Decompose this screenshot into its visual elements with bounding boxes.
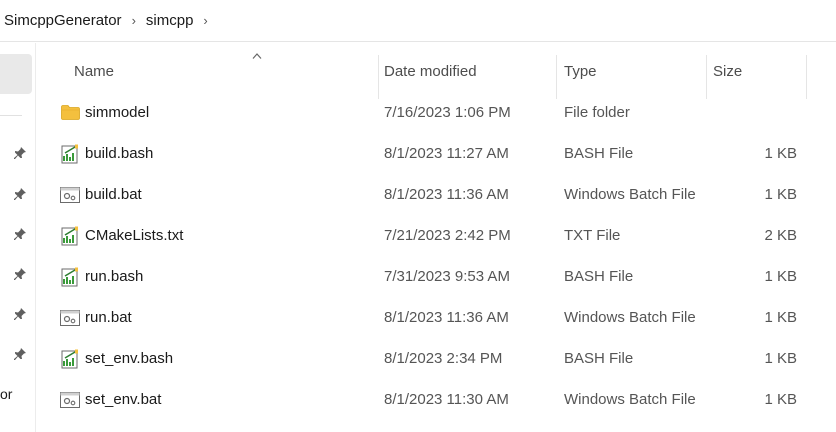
file-name[interactable]: CMakeLists.txt: [85, 215, 183, 256]
file-size: [712, 92, 797, 133]
chevron-right-icon[interactable]: ›: [126, 13, 142, 28]
file-date: 7/16/2023 1:06 PM: [384, 104, 511, 121]
folder-icon: [60, 92, 80, 133]
file-row[interactable]: build.bash 8/1/2023 11:27 AM BASH File 1…: [36, 133, 836, 174]
file-name[interactable]: set_env.bash: [85, 338, 173, 379]
file-type: BASH File: [564, 350, 634, 367]
nav-divider: [0, 115, 22, 116]
file-type: BASH File: [564, 268, 634, 285]
pin-icon[interactable]: [13, 146, 27, 160]
text-file-icon: [60, 338, 80, 379]
file-date: 8/1/2023 11:36 AM: [384, 186, 509, 203]
file-row[interactable]: simmodel 7/16/2023 1:06 PM File folder: [36, 92, 836, 133]
file-name[interactable]: set_env.bat: [85, 379, 161, 420]
file-list: simmodel 7/16/2023 1:06 PM File folder b…: [36, 92, 836, 420]
breadcrumb: SimcppGenerator › simcpp ›: [0, 0, 836, 42]
batch-file-icon: [60, 379, 80, 420]
column-type-header[interactable]: Type: [560, 43, 706, 99]
text-file-icon: [60, 215, 80, 256]
pin-icon[interactable]: [13, 227, 27, 241]
file-size: 2 KB: [764, 227, 797, 244]
nav-item-selected[interactable]: [0, 54, 32, 94]
file-date: 8/1/2023 11:30 AM: [384, 391, 509, 408]
file-type: File folder: [564, 104, 630, 121]
file-size: 1 KB: [764, 268, 797, 285]
file-name[interactable]: run.bash: [85, 256, 143, 297]
file-row[interactable]: build.bat 8/1/2023 11:36 AM Windows Batc…: [36, 174, 836, 215]
file-size: 1 KB: [764, 145, 797, 162]
breadcrumb-item-simcppgenerator[interactable]: SimcppGenerator: [0, 12, 126, 29]
file-size: 1 KB: [764, 309, 797, 326]
pin-icon[interactable]: [13, 187, 27, 201]
file-name[interactable]: build.bat: [85, 174, 142, 215]
navigation-pane: or: [0, 43, 36, 432]
column-size-header[interactable]: Size: [709, 43, 805, 99]
pin-icon[interactable]: [13, 347, 27, 361]
file-date: 7/21/2023 2:42 PM: [384, 227, 511, 244]
file-date: 8/1/2023 2:34 PM: [384, 350, 503, 367]
pin-icon[interactable]: [13, 267, 27, 281]
file-row[interactable]: CMakeLists.txt 7/21/2023 2:42 PM TXT Fil…: [36, 215, 836, 256]
nav-item-label[interactable]: or: [0, 386, 12, 402]
chevron-right-icon[interactable]: ›: [197, 13, 213, 28]
column-name-header[interactable]: Name: [70, 43, 376, 99]
file-type: Windows Batch File: [564, 186, 696, 203]
breadcrumb-item-simcpp[interactable]: simcpp: [142, 12, 198, 29]
file-date: 7/31/2023 9:53 AM: [384, 268, 510, 285]
file-type: Windows Batch File: [564, 391, 696, 408]
batch-file-icon: [60, 297, 80, 338]
file-name[interactable]: simmodel: [85, 92, 149, 133]
file-row[interactable]: set_env.bash 8/1/2023 2:34 PM BASH File …: [36, 338, 836, 379]
file-name[interactable]: build.bash: [85, 133, 153, 174]
file-type: BASH File: [564, 145, 634, 162]
file-date: 8/1/2023 11:36 AM: [384, 309, 509, 326]
file-row[interactable]: set_env.bat 8/1/2023 11:30 AM Windows Ba…: [36, 379, 836, 420]
file-row[interactable]: run.bat 8/1/2023 11:36 AM Windows Batch …: [36, 297, 836, 338]
text-file-icon: [60, 133, 80, 174]
file-size: 1 KB: [764, 391, 797, 408]
file-size: 1 KB: [764, 350, 797, 367]
file-date: 8/1/2023 11:27 AM: [384, 145, 509, 162]
file-name[interactable]: run.bat: [85, 297, 132, 338]
column-header: Name Date modified Type Size: [36, 43, 836, 99]
file-type: Windows Batch File: [564, 309, 696, 326]
pin-icon[interactable]: [13, 307, 27, 321]
file-type: TXT File: [564, 227, 621, 244]
text-file-icon: [60, 256, 80, 297]
column-date-header[interactable]: Date modified: [380, 43, 556, 99]
file-row[interactable]: run.bash 7/31/2023 9:53 AM BASH File 1 K…: [36, 256, 836, 297]
file-size: 1 KB: [764, 186, 797, 203]
batch-file-icon: [60, 174, 80, 215]
